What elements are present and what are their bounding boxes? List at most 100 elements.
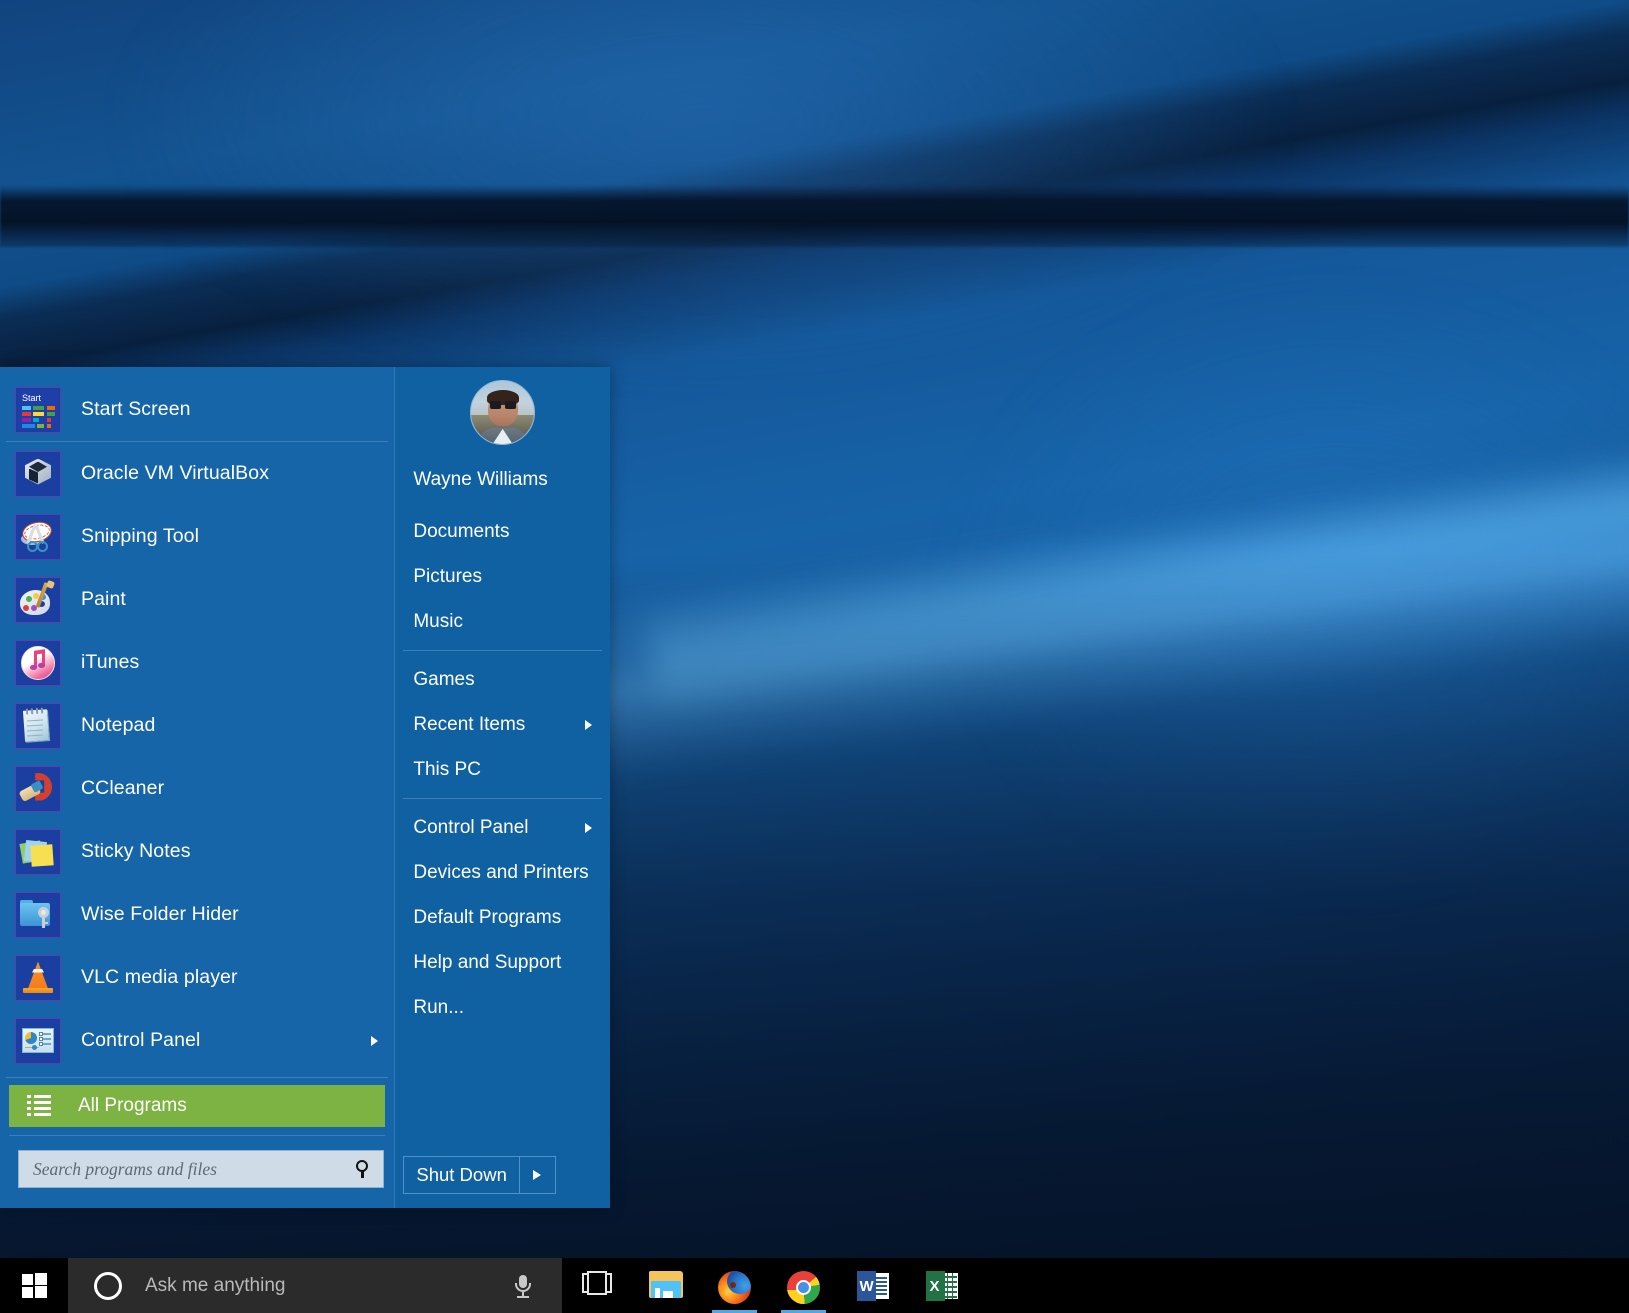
right-item-default-programs[interactable]: Default Programs — [395, 895, 610, 940]
list-icon — [27, 1095, 53, 1117]
right-item-devices-and-printers[interactable]: Devices and Printers — [395, 850, 610, 895]
program-item-snipping-tool[interactable]: Snipping Tool — [0, 505, 394, 568]
right-panel-list: Wayne Williams Documents Pictures Music … — [395, 445, 610, 1030]
program-item-sticky-notes[interactable]: Sticky Notes — [0, 820, 394, 883]
excel-icon: X — [926, 1271, 958, 1301]
right-item-label: Devices and Printers — [413, 862, 588, 884]
itunes-icon-frame — [15, 640, 61, 686]
program-item-label: Paint — [81, 588, 126, 611]
start-menu: Start Start Scre — [0, 367, 610, 1208]
file-explorer-icon — [649, 1271, 683, 1298]
taskbar-item-task-view[interactable] — [562, 1258, 631, 1313]
program-item-label: Control Panel — [81, 1029, 200, 1052]
vlc-icon — [18, 958, 58, 998]
snipping-tool-icon — [18, 517, 58, 557]
taskbar-item-word[interactable]: W — [838, 1258, 907, 1313]
shutdown-label: Shut Down — [416, 1164, 507, 1186]
right-item-help-and-support[interactable]: Help and Support — [395, 940, 610, 985]
task-view-icon — [582, 1271, 612, 1295]
chevron-right-icon — [585, 720, 592, 730]
all-programs-button[interactable]: All Programs — [9, 1085, 385, 1127]
ccleaner-icon-frame — [15, 766, 61, 812]
taskbar-item-file-explorer[interactable] — [631, 1258, 700, 1313]
word-icon: W — [857, 1271, 889, 1301]
right-item-games[interactable]: Games — [395, 657, 610, 702]
magnifier-icon[interactable] — [355, 1160, 373, 1178]
notepad-icon — [18, 706, 58, 746]
right-item-label: Run... — [413, 997, 464, 1019]
right-item-label: Documents — [413, 521, 509, 543]
paint-icon — [18, 580, 58, 620]
shutdown-options-button[interactable] — [520, 1156, 556, 1194]
program-item-paint[interactable]: Paint — [0, 568, 394, 631]
program-item-label: Sticky Notes — [81, 840, 191, 863]
start-tile-label: Start — [22, 393, 41, 403]
program-item-notepad[interactable]: Notepad — [0, 694, 394, 757]
program-item-oracle-vm-virtualbox[interactable]: Oracle VM VirtualBox — [0, 442, 394, 505]
right-item-label: Recent Items — [413, 714, 525, 736]
cortana-ring-icon — [94, 1272, 122, 1300]
snipping-tool-icon-frame — [15, 514, 61, 560]
sticky-notes-icon — [18, 832, 58, 872]
right-item-label: Music — [413, 611, 463, 633]
right-item-control-panel[interactable]: Control Panel — [395, 805, 610, 850]
user-name-label: Wayne Williams — [413, 469, 547, 491]
program-item-control-panel[interactable]: Control Panel — [0, 1009, 394, 1072]
cortana-search-box[interactable]: Ask me anything — [68, 1258, 562, 1313]
right-item-label: Control Panel — [413, 817, 528, 839]
start-screen-icon-frame: Start — [15, 387, 61, 433]
start-screen-icon: Start — [18, 390, 58, 430]
program-item-label: Snipping Tool — [81, 525, 199, 548]
start-button[interactable] — [0, 1258, 68, 1313]
control-panel-icon — [18, 1021, 58, 1061]
windows-logo-icon — [22, 1273, 47, 1298]
right-panel-separator — [403, 650, 602, 651]
wise-folder-hider-icon-frame — [15, 892, 61, 938]
program-list: Start Start Scre — [0, 367, 394, 1072]
start-menu-left-panel: Start Start Scre — [0, 367, 394, 1208]
program-item-wise-folder-hider[interactable]: Wise Folder Hider — [0, 883, 394, 946]
right-item-label: This PC — [413, 759, 481, 781]
program-item-itunes[interactable]: iTunes — [0, 631, 394, 694]
taskbar-item-chrome[interactable] — [769, 1258, 838, 1313]
program-item-start-screen[interactable]: Start Start Scre — [0, 378, 394, 441]
search-input[interactable] — [31, 1158, 355, 1181]
right-panel-separator — [403, 798, 602, 799]
avatar[interactable] — [470, 380, 535, 445]
taskbar-item-firefox[interactable] — [700, 1258, 769, 1313]
wallpaper-dark-band — [0, 185, 1629, 247]
virtualbox-icon-frame — [15, 451, 61, 497]
all-programs-top-separator — [6, 1077, 388, 1078]
ccleaner-icon — [18, 769, 58, 809]
program-item-ccleaner[interactable]: CCleaner — [0, 757, 394, 820]
firefox-icon — [718, 1271, 751, 1304]
program-item-vlc-media-player[interactable]: VLC media player — [0, 946, 394, 1009]
taskbar-item-excel[interactable]: X — [907, 1258, 976, 1313]
start-menu-right-panel: Wayne Williams Documents Pictures Music … — [394, 367, 610, 1208]
right-item-pictures[interactable]: Pictures — [395, 554, 610, 599]
taskbar-icons: W X — [562, 1258, 976, 1313]
program-item-label: Start Screen — [81, 398, 191, 421]
right-item-run[interactable]: Run... — [395, 985, 610, 1030]
right-item-label: Games — [413, 669, 474, 691]
cortana-placeholder: Ask me anything — [145, 1275, 510, 1297]
virtualbox-icon — [18, 454, 58, 494]
search-box[interactable] — [18, 1150, 384, 1188]
program-item-label: iTunes — [81, 651, 139, 674]
program-item-label: Oracle VM VirtualBox — [81, 462, 269, 485]
avatar-container[interactable] — [395, 367, 610, 445]
vlc-icon-frame — [15, 955, 61, 1001]
wise-folder-hider-icon — [18, 895, 58, 935]
microphone-icon[interactable] — [510, 1273, 536, 1299]
right-item-music[interactable]: Music — [395, 599, 610, 644]
right-item-recent-items[interactable]: Recent Items — [395, 702, 610, 747]
program-item-label: CCleaner — [81, 777, 164, 800]
right-item-documents[interactable]: Documents — [395, 509, 610, 554]
right-item-label: Pictures — [413, 566, 482, 588]
right-item-this-pc[interactable]: This PC — [395, 747, 610, 792]
shutdown-button[interactable]: Shut Down — [403, 1156, 520, 1194]
search-area — [0, 1136, 394, 1188]
itunes-icon — [18, 643, 58, 683]
paint-icon-frame — [15, 577, 61, 623]
user-name-item[interactable]: Wayne Williams — [395, 451, 610, 509]
